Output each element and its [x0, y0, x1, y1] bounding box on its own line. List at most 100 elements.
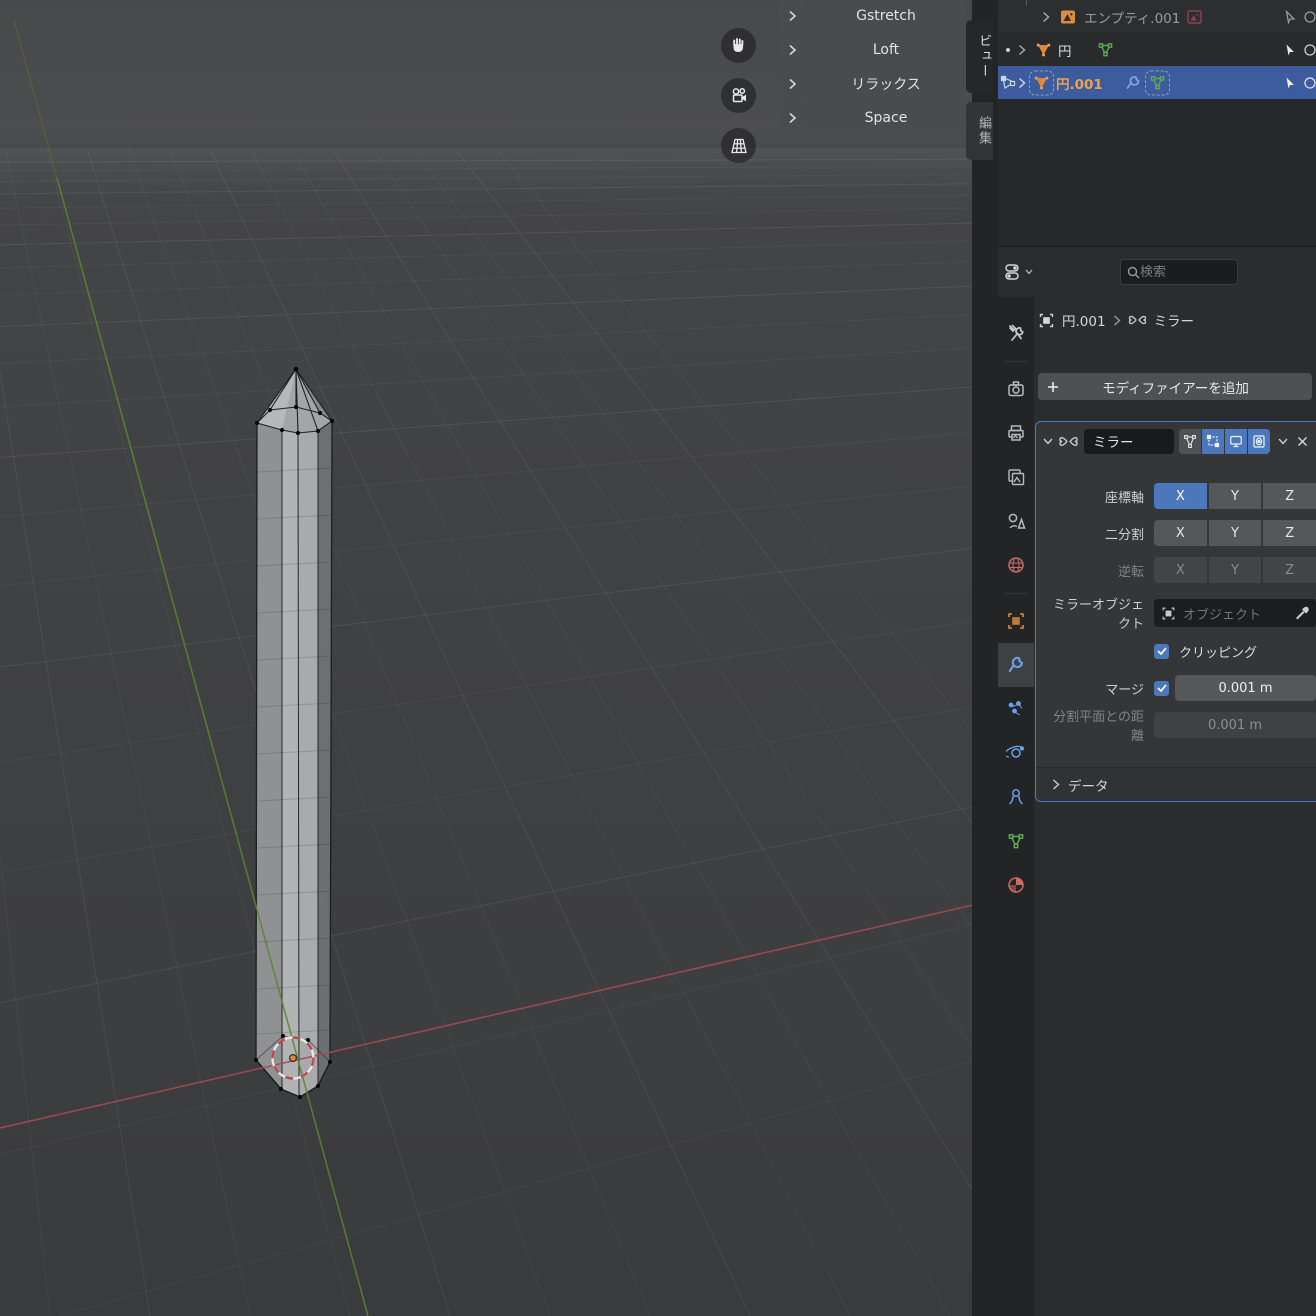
tab-output[interactable]: [998, 411, 1034, 455]
subpanel-label[interactable]: Loft: [807, 33, 965, 66]
subpanel-space[interactable]: Space: [779, 101, 965, 134]
eyedropper-icon[interactable]: [1295, 606, 1309, 620]
mirror-modifier-panel: ミラー 座標軸 X Y Z 二分割 X Y Z 逆転 X Y Z ミラーオブジェ…: [1035, 421, 1316, 802]
breadcrumb-modifier[interactable]: ミラー: [1154, 310, 1195, 330]
mode-dot-icon: [1006, 48, 1010, 52]
camera-view-icon[interactable]: [721, 78, 756, 113]
data-subpanel-label: データ: [1068, 778, 1109, 795]
axis-z-button[interactable]: Z: [1263, 483, 1316, 509]
object-name[interactable]: エンプティ.001: [1084, 7, 1180, 27]
pan-hand-icon[interactable]: [721, 28, 756, 63]
outliner-row-circle[interactable]: 円: [998, 33, 1316, 66]
modifier-wrench-icon: [1124, 74, 1142, 92]
axis-x-button[interactable]: X: [1154, 483, 1207, 509]
breadcrumb-object[interactable]: 円.001: [1062, 310, 1106, 330]
close-icon[interactable]: [1297, 436, 1308, 447]
bisect-z-button[interactable]: Z: [1263, 520, 1316, 546]
tab-constraints[interactable]: [998, 775, 1034, 819]
tab-scene[interactable]: [998, 499, 1034, 543]
clipping-checkbox[interactable]: [1154, 643, 1169, 659]
mirror-modifier-icon: [1059, 436, 1078, 446]
outliner-row-circle001-selected[interactable]: 円.001: [998, 66, 1316, 99]
chevron-down-icon[interactable]: [1043, 438, 1053, 445]
mirror-object-label: ミラーオブジェクト: [1052, 598, 1144, 632]
merge-row: マージ 0.001 m: [1044, 675, 1316, 701]
tab-modifier-active[interactable]: [998, 643, 1034, 687]
bisect-x-button[interactable]: X: [1154, 520, 1207, 546]
visibility-icon[interactable]: [1303, 76, 1316, 90]
toggle-render[interactable]: [1248, 428, 1270, 454]
bisect-distance-field: 0.001 m: [1154, 712, 1316, 738]
orthographic-grid-icon[interactable]: [721, 128, 756, 163]
flip-x-button: X: [1154, 557, 1207, 583]
axis-y-button[interactable]: Y: [1208, 483, 1262, 509]
plus-icon: [1048, 381, 1058, 392]
outliner[interactable]: エンプティ.001 円 円.001: [998, 0, 1316, 246]
subpanel-relax[interactable]: リラックス: [779, 67, 965, 100]
object-name[interactable]: 円: [1058, 40, 1072, 60]
data-subpanel-header[interactable]: データ: [1036, 767, 1316, 801]
pencil-mesh[interactable]: [253, 366, 335, 1100]
merge-value-field[interactable]: 0.001 m: [1175, 675, 1316, 701]
tab-material[interactable]: [998, 863, 1034, 907]
mirror-object-field[interactable]: オブジェクト: [1154, 599, 1316, 627]
add-modifier-button[interactable]: モディファイアーを追加: [1038, 373, 1312, 400]
tab-view-layer[interactable]: [998, 455, 1034, 499]
toggle-realtime[interactable]: [1225, 428, 1247, 454]
tab-world[interactable]: [998, 543, 1034, 587]
properties-tab-strip: [998, 297, 1034, 1316]
outliner-row-empty001[interactable]: エンプティ.001: [998, 0, 1316, 33]
operator-subpanel-list: Gstretch Loft リラックス Space: [779, 0, 965, 134]
toggle-edit-mode[interactable]: [1202, 428, 1224, 454]
extras-chevron-icon[interactable]: [1278, 438, 1288, 445]
selectable-arrow-icon[interactable]: [1284, 76, 1296, 90]
visibility-icon[interactable]: [1303, 10, 1316, 24]
active-object-name[interactable]: 円.001: [1056, 73, 1103, 93]
search-input[interactable]: [1140, 264, 1220, 280]
subpanel-label[interactable]: Gstretch: [807, 0, 965, 32]
chevron-right-icon[interactable]: [1018, 44, 1026, 55]
object-icon: [1162, 607, 1175, 619]
subpanel-label[interactable]: リラックス: [807, 67, 965, 100]
merge-checkbox[interactable]: [1154, 680, 1169, 696]
chevron-right-icon[interactable]: [779, 33, 806, 66]
subpanel-loft[interactable]: Loft: [779, 33, 965, 66]
visibility-icon[interactable]: [1303, 43, 1316, 57]
add-modifier-label: モディファイアーを追加: [1102, 380, 1249, 397]
selectable-arrow-icon[interactable]: [1284, 9, 1296, 24]
tab-particles[interactable]: [998, 687, 1034, 731]
image-data-icon: [1186, 8, 1203, 25]
viewport-3d[interactable]: Gstretch Loft リラックス Space ビュー 編集: [0, 0, 998, 1316]
axis-label: 座標軸: [1104, 490, 1144, 506]
tab-render[interactable]: [998, 367, 1034, 411]
tab-object-data[interactable]: [998, 819, 1034, 863]
chevron-right-icon[interactable]: [779, 101, 806, 134]
mirror-object-placeholder: オブジェクト: [1183, 607, 1262, 623]
sidebar-tab-edit[interactable]: 編集: [966, 102, 993, 160]
toggle-on-cage[interactable]: [1179, 428, 1201, 454]
chevron-right-icon[interactable]: [1018, 77, 1026, 88]
chevron-right-icon[interactable]: [1042, 11, 1050, 22]
tab-object[interactable]: [998, 599, 1034, 643]
chevron-right-icon: [1113, 314, 1121, 326]
chevron-right-icon[interactable]: [779, 0, 806, 32]
selectable-arrow-icon[interactable]: [1284, 43, 1296, 57]
search-box[interactable]: [1120, 259, 1238, 285]
chevron-right-icon[interactable]: [779, 67, 806, 100]
modifier-name-field[interactable]: ミラー: [1084, 428, 1174, 454]
subpanel-label[interactable]: Space: [807, 101, 965, 134]
merge-label: マージ: [1105, 682, 1144, 698]
tab-physics[interactable]: [998, 731, 1034, 775]
sidebar-tab-view[interactable]: ビュー: [966, 20, 993, 93]
search-icon: [1127, 266, 1140, 278]
subpanel-gstretch[interactable]: Gstretch: [779, 0, 965, 32]
bisect-y-button[interactable]: Y: [1208, 520, 1262, 546]
viewport-scene: [0, 0, 998, 1316]
right-column: エンプティ.001 円 円.001 検索 円.001 ミラー モディファイアーを…: [998, 0, 1316, 1316]
editor-type-button[interactable]: [1003, 259, 1035, 285]
properties-editor: 円.001 ミラー モディファイアーを追加: [998, 246, 1316, 1316]
flip-row: 逆転 X Y Z: [1044, 557, 1316, 583]
tab-tool[interactable]: [998, 311, 1034, 355]
flip-y-button: Y: [1208, 557, 1262, 583]
mirror-object-row: ミラーオブジェクト オブジェクト: [1044, 598, 1316, 632]
